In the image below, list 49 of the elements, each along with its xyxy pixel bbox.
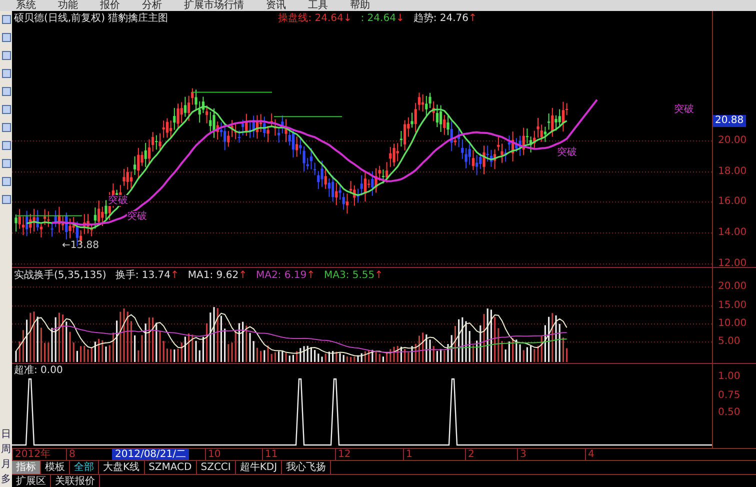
indicator-value: MA1: 9.62↑ xyxy=(188,270,247,280)
date-label: 4 xyxy=(585,449,594,460)
menu-item[interactable]: 帮助 xyxy=(350,0,370,11)
axis-label: 14.00 xyxy=(718,227,747,239)
indicator-title: 超准: 0.00 xyxy=(14,364,63,376)
axis-label: 15.00 xyxy=(718,300,747,312)
period-button[interactable]: 月 xyxy=(1,459,11,470)
low-price-label: ←13.88 xyxy=(62,240,100,251)
axis-label: 5.00 xyxy=(718,336,740,348)
period-button[interactable]: 周 xyxy=(1,444,11,455)
indicator-tab[interactable]: 指标 xyxy=(12,461,41,474)
breakout-label: 突破 xyxy=(108,195,128,206)
axis-label: 20.00 xyxy=(718,135,747,147)
date-label: 12 xyxy=(335,449,351,460)
date-label: 2 xyxy=(465,449,474,460)
axis-label: 16.00 xyxy=(718,196,747,208)
breakout-label: 突破 xyxy=(557,147,577,158)
indicator-value: 换手: 13.74↑ xyxy=(115,268,179,282)
menu-item[interactable]: 报价 xyxy=(100,0,120,11)
axis-label: 12.00 xyxy=(718,258,747,270)
period-button[interactable]: 多 xyxy=(1,474,11,485)
indicator-value: 操盘线: 24.64↓ xyxy=(278,12,352,25)
chart-title: 硕贝德(日线,前复权) 猎豹擒庄主图 xyxy=(14,12,168,25)
date-label: 8 xyxy=(66,449,76,460)
axis-label: 0.75 xyxy=(718,390,740,402)
cursor-date-label: 2012/08/21/二 xyxy=(112,449,190,460)
axis-label: 18.00 xyxy=(718,166,747,178)
date-label: 3 xyxy=(517,449,526,460)
menu-item[interactable]: 资讯 xyxy=(266,0,286,11)
axis-label: 10.00 xyxy=(718,318,747,330)
date-label: 1 xyxy=(403,449,412,460)
date-label: 11 xyxy=(262,449,278,460)
date-label: 10 xyxy=(205,449,221,460)
indicator-value: MA3: 5.55↑ xyxy=(324,270,384,280)
breakout-label: 突破 xyxy=(674,104,694,115)
indicator-value: 趋势: 24.76↑ xyxy=(413,12,477,25)
axis-label: 1.00 xyxy=(718,371,740,383)
period-button[interactable]: 日 xyxy=(1,429,11,440)
breakout-label: 突破 xyxy=(127,211,147,222)
axis-label: 20.00 xyxy=(718,281,747,293)
menu-item[interactable]: 分析 xyxy=(142,0,162,11)
menu-item[interactable]: 功能 xyxy=(58,0,78,11)
indicator-title: 实战换手(5,35,135) xyxy=(14,268,106,282)
menu-item[interactable]: 工具 xyxy=(308,0,328,11)
current-price-label: 20.88 xyxy=(713,115,746,127)
axis-label: 0.50 xyxy=(718,407,740,419)
indicator-value: MA2: 6.19↑ xyxy=(256,270,316,280)
date-label: 2012年 xyxy=(12,449,50,460)
indicator-value: : 24.64↓ xyxy=(360,12,404,24)
